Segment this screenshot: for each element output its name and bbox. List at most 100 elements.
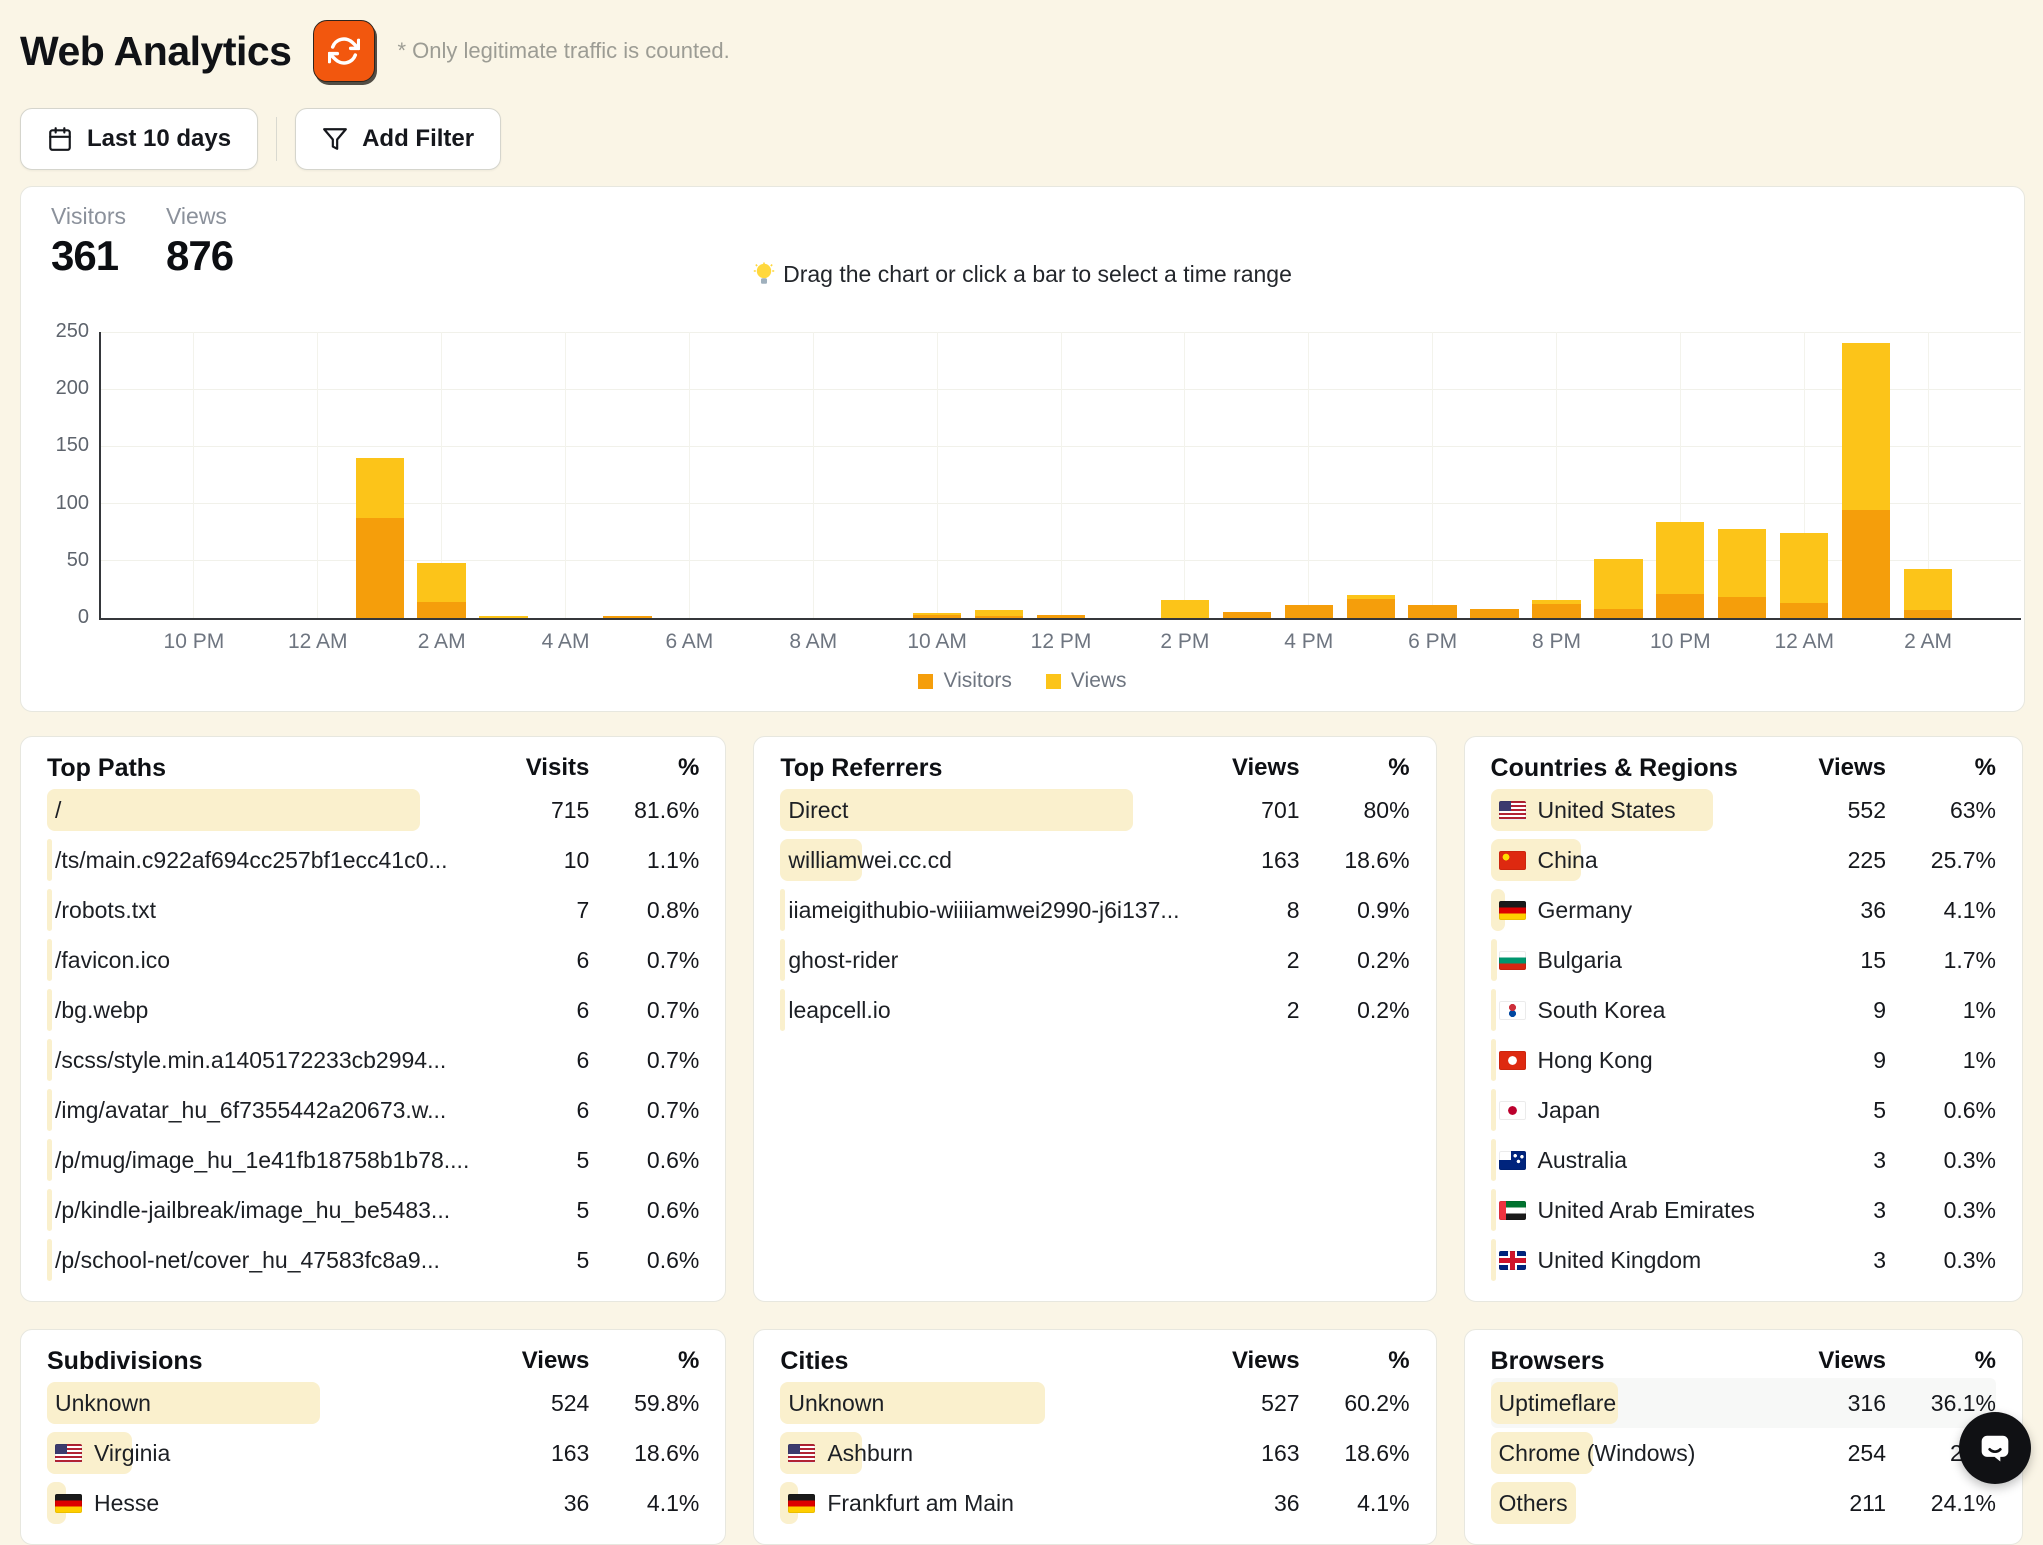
row-value: 5 bbox=[469, 1147, 589, 1174]
table-row[interactable]: United States55263% bbox=[1491, 785, 1996, 835]
x-axis-tick: 2 PM bbox=[1130, 630, 1240, 654]
chart-bar[interactable] bbox=[1842, 343, 1890, 618]
table-row[interactable]: Unknown52459.8% bbox=[47, 1378, 699, 1428]
add-filter-button[interactable]: Add Filter bbox=[295, 108, 501, 170]
views-segment bbox=[1842, 343, 1890, 510]
chart-bar[interactable] bbox=[417, 563, 465, 618]
table-row[interactable]: Ashburn16318.6% bbox=[780, 1428, 1409, 1478]
table-row[interactable]: /bg.webp60.7% bbox=[47, 985, 699, 1035]
gridline-v bbox=[565, 332, 566, 618]
table-row[interactable]: Unknown52760.2% bbox=[780, 1378, 1409, 1428]
row-label: /bg.webp bbox=[47, 997, 469, 1024]
table-row[interactable]: Others21124.1% bbox=[1491, 1478, 1996, 1528]
chart-bar[interactable] bbox=[1718, 529, 1766, 618]
table-row[interactable]: Hong Kong91% bbox=[1491, 1035, 1996, 1085]
views-segment bbox=[1594, 559, 1642, 609]
chart-bar[interactable] bbox=[1656, 522, 1704, 618]
table-header: SubdivisionsViews% bbox=[47, 1344, 699, 1378]
visitors-segment bbox=[975, 616, 1023, 618]
chart-bar[interactable] bbox=[1470, 609, 1518, 618]
table-row[interactable]: China22525.7% bbox=[1491, 835, 1996, 885]
visitors-segment bbox=[1408, 605, 1456, 618]
chart-bar[interactable] bbox=[1780, 533, 1828, 618]
row-label-text: /scss/style.min.a1405172233cb2994... bbox=[55, 1047, 446, 1074]
chart-bar[interactable] bbox=[913, 613, 961, 618]
table-row[interactable]: /scss/style.min.a1405172233cb2994...60.7… bbox=[47, 1035, 699, 1085]
table-row[interactable]: williamwei.cc.cd16318.6% bbox=[780, 835, 1409, 885]
date-range-button[interactable]: Last 10 days bbox=[20, 108, 258, 170]
row-percent: 4.1% bbox=[1886, 897, 1996, 924]
filter-icon bbox=[322, 126, 348, 152]
table-row[interactable]: /robots.txt70.8% bbox=[47, 885, 699, 935]
chart-bar[interactable] bbox=[1408, 605, 1456, 618]
table-row[interactable]: /favicon.ico60.7% bbox=[47, 935, 699, 985]
table-row[interactable]: /p/mug/image_hu_1e41fb18758b1b78....50.6… bbox=[47, 1135, 699, 1185]
table-card-subdivisions: SubdivisionsViews%Unknown52459.8%Virgini… bbox=[20, 1329, 726, 1545]
gridline-v bbox=[1432, 332, 1433, 618]
row-label: /p/school-net/cover_hu_47583fc8a9... bbox=[47, 1247, 469, 1274]
table-header: CitiesViews% bbox=[780, 1344, 1409, 1378]
row-percent: 0.3% bbox=[1886, 1197, 1996, 1224]
row-label: /robots.txt bbox=[47, 897, 469, 924]
table-row[interactable]: leapcell.io20.2% bbox=[780, 985, 1409, 1035]
legend-item[interactable]: Visitors bbox=[918, 669, 1011, 693]
table-row[interactable]: United Kingdom30.3% bbox=[1491, 1235, 1996, 1285]
views-segment bbox=[1656, 522, 1704, 594]
legend-item[interactable]: Views bbox=[1046, 669, 1127, 693]
table-row[interactable]: Frankfurt am Main364.1% bbox=[780, 1478, 1409, 1528]
chart-bar[interactable] bbox=[1161, 600, 1209, 618]
chart-bar[interactable] bbox=[1223, 612, 1271, 618]
table-row[interactable]: ghost-rider20.2% bbox=[780, 935, 1409, 985]
table-row[interactable]: Germany364.1% bbox=[1491, 885, 1996, 935]
table-row[interactable]: Chrome (Windows)25429% bbox=[1491, 1428, 1996, 1478]
row-percent: 0.3% bbox=[1886, 1147, 1996, 1174]
x-axis-tick: 8 AM bbox=[758, 630, 868, 654]
chart-bar[interactable] bbox=[1532, 600, 1580, 618]
table-row[interactable]: Japan50.6% bbox=[1491, 1085, 1996, 1135]
refresh-button[interactable] bbox=[313, 20, 375, 82]
chart-bar[interactable] bbox=[1347, 595, 1395, 618]
table-row[interactable]: /p/kindle-jailbreak/image_hu_be5483...50… bbox=[47, 1185, 699, 1235]
row-label-text: /p/mug/image_hu_1e41fb18758b1b78.... bbox=[55, 1147, 469, 1174]
table-row[interactable]: /71581.6% bbox=[47, 785, 699, 835]
row-value: 524 bbox=[469, 1390, 589, 1417]
row-value: 163 bbox=[469, 1440, 589, 1467]
row-label-text: Japan bbox=[1538, 1097, 1601, 1124]
date-range-label: Last 10 days bbox=[87, 125, 231, 153]
gridline-v bbox=[689, 332, 690, 618]
visitors-segment bbox=[1470, 609, 1518, 618]
chat-widget-button[interactable] bbox=[1959, 1412, 2031, 1484]
chart-bar[interactable] bbox=[356, 458, 404, 618]
chart-bar[interactable] bbox=[1904, 569, 1952, 618]
table-row[interactable]: United Arab Emirates30.3% bbox=[1491, 1185, 1996, 1235]
chart-bar[interactable] bbox=[1037, 615, 1085, 618]
row-label-text: Ashburn bbox=[827, 1440, 913, 1467]
table-row[interactable]: /p/school-net/cover_hu_47583fc8a9...50.6… bbox=[47, 1235, 699, 1285]
chart-bar[interactable] bbox=[1285, 605, 1333, 618]
flag-au-icon bbox=[1499, 1151, 1526, 1170]
table-row[interactable]: /img/avatar_hu_6f7355442a20673.w...60.7% bbox=[47, 1085, 699, 1135]
row-label: Unknown bbox=[780, 1390, 1179, 1417]
traffic-chart-card: Visitors 361 Views 876 Drag the chart or… bbox=[20, 186, 2025, 712]
chart-hint: Drag the chart or click a bar to select … bbox=[21, 261, 2024, 288]
table-row[interactable]: Virginia16318.6% bbox=[47, 1428, 699, 1478]
chart-bar[interactable] bbox=[603, 616, 651, 618]
table-row[interactable]: Bulgaria151.7% bbox=[1491, 935, 1996, 985]
divider bbox=[276, 117, 277, 161]
table-row[interactable]: Uptimeflare31636.1% bbox=[1491, 1378, 1996, 1428]
table-row[interactable]: iiameigithubio-wiiiiamwei2990-j6i137...8… bbox=[780, 885, 1409, 935]
chart-bar[interactable] bbox=[975, 610, 1023, 618]
row-value: 36 bbox=[1180, 1490, 1300, 1517]
percent-column-header: % bbox=[1300, 1347, 1410, 1375]
table-row[interactable]: Hesse364.1% bbox=[47, 1478, 699, 1528]
table-row[interactable]: South Korea91% bbox=[1491, 985, 1996, 1035]
chart-bar[interactable] bbox=[1594, 559, 1642, 618]
traffic-bar-chart[interactable]: 05010015020025010 PM12 AM2 AM4 AM6 AM8 A… bbox=[99, 332, 2021, 620]
table-row[interactable]: /ts/main.c922af694cc257bf1ecc41c0...101.… bbox=[47, 835, 699, 885]
table-title: Cities bbox=[780, 1347, 1179, 1376]
flag-de-icon bbox=[788, 1494, 815, 1513]
row-label-text: / bbox=[55, 797, 61, 824]
table-row[interactable]: Australia30.3% bbox=[1491, 1135, 1996, 1185]
chart-bar[interactable] bbox=[479, 616, 527, 618]
table-row[interactable]: Direct70180% bbox=[780, 785, 1409, 835]
